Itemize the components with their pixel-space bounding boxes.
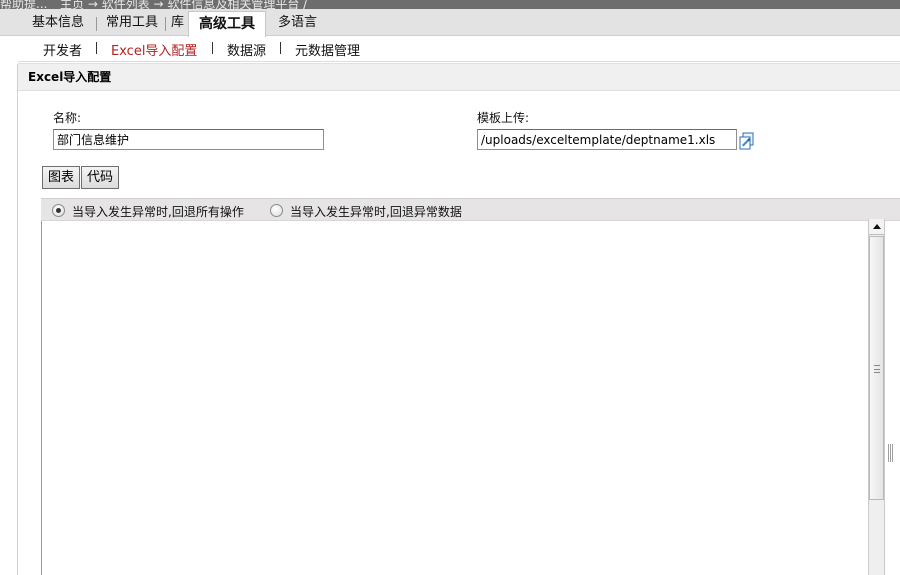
tab-divider xyxy=(165,17,166,31)
breadcrumb: 主页 → 软件列表 → 软件信息及相关管理平台 / xyxy=(60,0,308,9)
editor-scrollbar[interactable] xyxy=(868,219,885,575)
subtab-divider xyxy=(212,42,213,54)
grip-icon xyxy=(874,365,880,373)
rollback-options: 当导入发生异常时,回退所有操作 当导入发生异常时,回退异常数据 xyxy=(41,198,900,221)
scrollbar-thumb[interactable] xyxy=(869,236,884,500)
panel-resize-handle[interactable] xyxy=(888,444,893,462)
title-bar: 帮助提... 主页 → 软件列表 → 软件信息及相关管理平台 / xyxy=(0,0,900,9)
chart-view-button[interactable]: 图表 xyxy=(42,166,81,189)
tab-common-tools[interactable]: 常用工具 xyxy=(106,13,158,35)
left-border xyxy=(17,64,18,575)
tab-advanced-tools[interactable]: 高级工具 xyxy=(188,11,266,37)
rollback-error-data-radio[interactable] xyxy=(270,204,283,217)
help-link[interactable]: 帮助提... xyxy=(0,0,47,9)
section-title: Excel导入配置 xyxy=(18,63,900,91)
sub-tab-bar: 开发者 Excel导入配置 数据源 元数据管理 xyxy=(18,36,900,62)
tab-basic-info[interactable]: 基本信息 xyxy=(32,13,84,35)
rollback-all-label[interactable]: 当导入发生异常时,回退所有操作 xyxy=(72,203,244,220)
subtab-datasource[interactable]: 数据源 xyxy=(227,40,266,59)
name-input[interactable] xyxy=(53,129,324,150)
subtab-developer[interactable]: 开发者 xyxy=(43,40,82,59)
subtab-excel-import-config[interactable]: Excel导入配置 xyxy=(111,40,197,59)
template-path-input[interactable] xyxy=(477,129,737,150)
code-view-button[interactable]: 代码 xyxy=(81,166,120,189)
tab-library[interactable]: 库 xyxy=(171,13,184,35)
tab-multilanguage[interactable]: 多语言 xyxy=(278,13,317,35)
name-label: 名称: xyxy=(53,111,82,125)
scroll-up-arrow-icon[interactable] xyxy=(869,219,884,235)
subtab-metadata-management[interactable]: 元数据管理 xyxy=(295,40,360,59)
tab-divider xyxy=(96,17,97,31)
rollback-error-data-label[interactable]: 当导入发生异常时,回退异常数据 xyxy=(290,203,462,220)
rollback-all-radio[interactable] xyxy=(52,204,65,217)
subtab-divider xyxy=(96,42,97,54)
subtab-divider xyxy=(280,42,281,54)
editor-canvas[interactable] xyxy=(41,221,900,575)
template-upload-label: 模板上传: xyxy=(477,111,530,125)
main-tab-bar: 基本信息 常用工具 库 高级工具 多语言 xyxy=(0,9,900,37)
upload-file-icon[interactable] xyxy=(739,132,755,150)
